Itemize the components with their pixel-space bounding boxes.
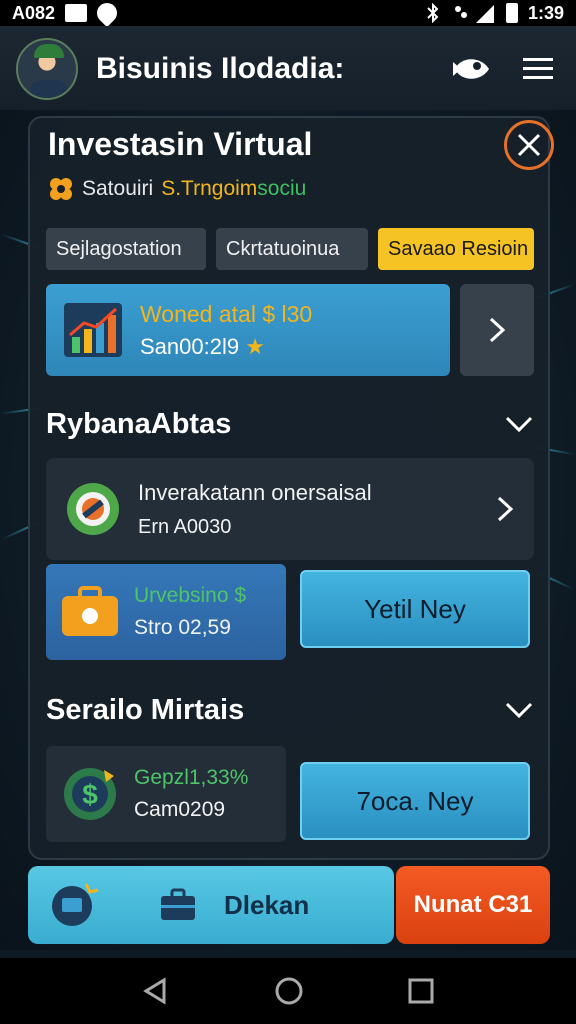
hamburger-menu-icon[interactable] (516, 47, 560, 91)
panel-subtitle: Satouiri S.Trngoim sociu (48, 176, 306, 202)
dollar-icon: $ (234, 584, 247, 607)
recents-icon[interactable] (408, 978, 434, 1004)
tab-sejlagostation[interactable]: Sejlagostation (46, 228, 206, 270)
feature-1-value: Stro 02,59 (134, 616, 231, 639)
back-icon[interactable] (142, 977, 170, 1005)
close-button[interactable] (504, 120, 554, 170)
gallery-icon (65, 4, 88, 22)
app-bar: Bisuinis Ilodadia: (0, 26, 576, 112)
gear-link-icon (67, 483, 119, 535)
chat-icon (52, 883, 99, 926)
star-icon: ★ (245, 333, 265, 359)
status-time: 1:39 (527, 2, 564, 23)
toca-ney-button[interactable]: 7oca. Ney (300, 762, 530, 840)
status-left-text: A082 (12, 2, 56, 23)
flower-icon (50, 178, 72, 200)
money-gear-icon: $ (64, 768, 116, 820)
tab-savaao-resioin[interactable]: Savaao Resioin (378, 228, 534, 270)
hero-next-button[interactable] (460, 284, 534, 376)
hero-card[interactable]: Woned atal $ l30 San00:2l9 ★ (46, 284, 450, 376)
nunat-cta-button[interactable]: Nunat C31 (396, 866, 550, 944)
hero-total: Woned atal $ l30 (140, 300, 313, 327)
yetil-ney-button[interactable]: Yetil Ney (300, 570, 530, 648)
feature-1-title: Urvebsino $ (134, 584, 247, 607)
bottom-action-bar: Dlekan Nunat C31 (0, 862, 576, 958)
subtitle-part-1: Satouiri (82, 177, 154, 200)
section-header-2[interactable]: Serailo Mirtais (46, 690, 534, 730)
home-icon[interactable] (274, 976, 304, 1006)
list-item[interactable]: Inverakatann onersaisal Ern A0030 (46, 458, 534, 560)
subtitle-part-3: sociu (257, 177, 307, 200)
close-icon (517, 133, 541, 157)
system-navigation-bar (0, 958, 576, 1024)
dlekan-label: Dlekan (224, 889, 310, 920)
bluetooth-icon (427, 3, 439, 23)
panel-title: Investasin Virtual (48, 126, 313, 162)
tab-ckrtatuoinua[interactable]: Ckrtatuoinua (216, 228, 368, 270)
chevron-right-icon (489, 317, 506, 343)
section-header-1[interactable]: RybanaAbtas (46, 404, 534, 444)
briefcase-icon (161, 888, 195, 920)
signal-icon (454, 5, 494, 23)
app-title: Bisuinis Ilodadia: (96, 51, 345, 85)
feature-card-2[interactable]: $ Gepzl1,33% Cam0209 (46, 746, 286, 842)
list-item-subtitle: Ern A0030 (138, 515, 232, 538)
status-bar: A082 1:39 (0, 0, 576, 28)
list-item-title: Inverakatann onersaisal (138, 479, 372, 505)
battery-icon (505, 3, 518, 23)
subtitle-part-2: S.Trngoim (161, 177, 258, 200)
dlekan-button[interactable]: Dlekan (28, 866, 394, 944)
investment-panel: Investasin Virtual Satouiri S.Trngoim so… (28, 116, 554, 860)
feature-2-value: Cam0209 (134, 798, 226, 821)
avatar[interactable] (16, 37, 78, 100)
feature-card-1[interactable]: Urvebsino $ Stro 02,59 (46, 564, 286, 660)
feature-2-title: Gepzl1,33% (134, 766, 249, 789)
tab-bar: Sejlagostation Ckrtatuoinua Savaao Resio… (46, 228, 534, 270)
chevron-down-icon (505, 702, 533, 719)
growth-chart-icon (64, 303, 122, 357)
fish-logo-icon[interactable] (450, 47, 494, 91)
location-icon (92, 0, 122, 28)
chevron-down-icon (505, 416, 533, 433)
svg-text:$: $ (82, 779, 98, 810)
section-title-1: RybanaAbtas (46, 407, 232, 440)
section-title-2: Serailo Mirtais (46, 693, 245, 726)
hero-balance: San00:2l9 ★ (140, 333, 265, 359)
briefcase-icon (62, 586, 118, 636)
chevron-right-icon (497, 496, 514, 522)
